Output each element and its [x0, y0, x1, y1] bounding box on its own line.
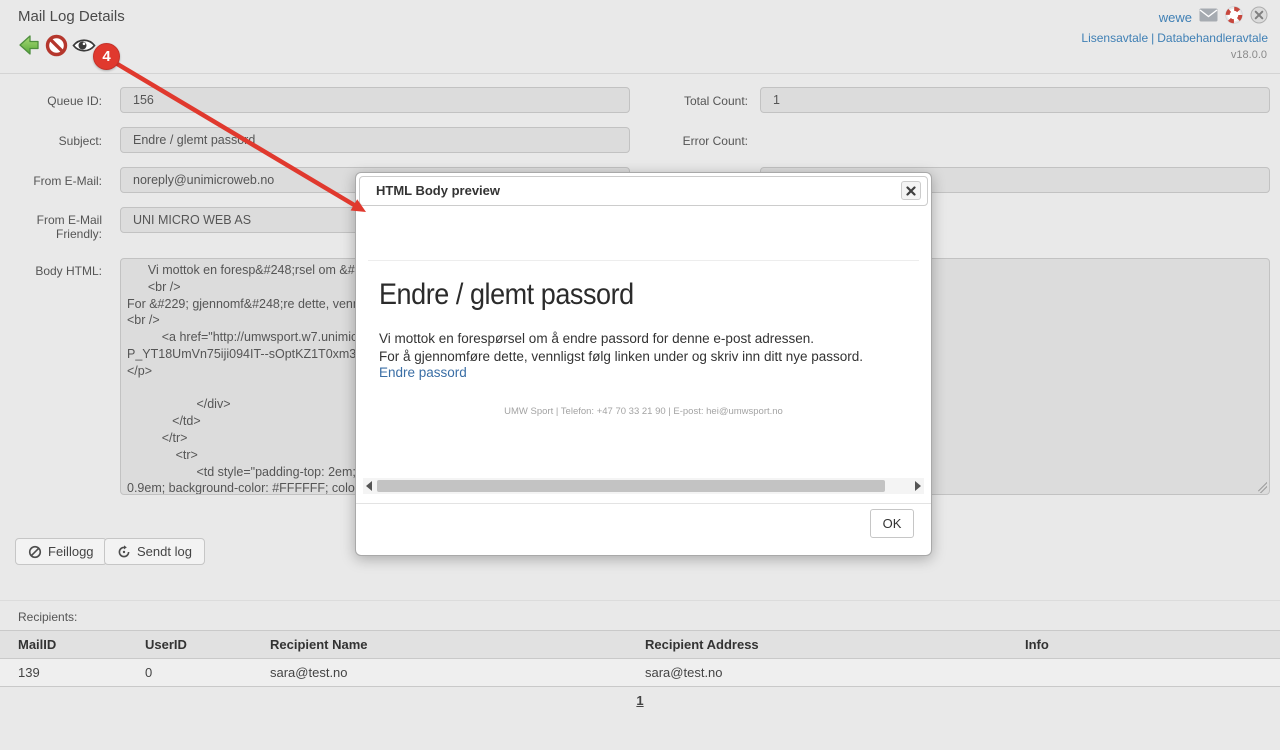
email-footer: UMW Sport | Telefon: +47 70 33 21 90 | E… [356, 406, 931, 417]
email-body: Vi mottok en forespørsel om å endre pass… [379, 330, 863, 365]
ok-button[interactable]: OK [870, 509, 914, 538]
section-divider [0, 600, 1280, 601]
sendt-log-button[interactable]: Sendt log [104, 538, 205, 565]
queue-id-label: Queue ID: [0, 94, 102, 108]
legal-links: Lisensavtale|Databehandleravtale [1081, 31, 1268, 45]
queue-id-input[interactable] [120, 87, 630, 113]
pagination: 1 [0, 692, 1280, 710]
close-icon [906, 186, 916, 196]
col-mailid: MailID [0, 631, 127, 659]
block-button[interactable] [45, 34, 68, 62]
total-count-label: Total Count: [640, 94, 748, 108]
from-email-friendly-label-line1: From E-Mail [37, 213, 102, 227]
html-body-preview-modal: HTML Body preview Endre / glemt passord … [355, 172, 932, 556]
user-link[interactable]: wewe [1159, 10, 1192, 25]
lisensavtale-link[interactable]: Lisensavtale [1081, 31, 1148, 45]
from-email-friendly-label: From E-MailFriendly: [0, 213, 102, 241]
cell-recipient-name: sara@test.no [252, 659, 627, 687]
mail-log-details-page: Mail Log Details wewe [0, 0, 1280, 750]
from-email-label: From E-Mail: [0, 174, 102, 188]
modal-footer-divider [356, 503, 931, 504]
email-header-divider [368, 260, 919, 261]
history-icon [117, 545, 131, 559]
eye-icon [72, 36, 96, 55]
body-html-label: Body HTML: [0, 264, 102, 278]
link-separator: | [1148, 31, 1157, 45]
col-recipient-name: Recipient Name [252, 631, 627, 659]
total-count-input[interactable] [760, 87, 1270, 113]
email-body-line1: Vi mottok en forespørsel om å endre pass… [379, 330, 863, 348]
recipients-header-row: MailID UserID Recipient Name Recipient A… [0, 631, 1280, 659]
scroll-left-arrow-icon[interactable] [366, 481, 372, 491]
modal-title: HTML Body preview [376, 177, 500, 205]
email-heading: Endre / glemt passord [379, 278, 634, 312]
cell-mailid: 139 [0, 659, 127, 687]
error-log-icon [28, 545, 42, 559]
cell-userid: 0 [127, 659, 252, 687]
mail-icon[interactable] [1199, 8, 1218, 27]
modal-titlebar[interactable]: HTML Body preview [359, 176, 928, 206]
page-title: Mail Log Details [18, 8, 125, 25]
col-userid: UserID [127, 631, 252, 659]
feillogg-label: Feillogg [48, 544, 94, 559]
version-label: v18.0.0 [1231, 49, 1267, 61]
email-endre-passord-link[interactable]: Endre passord [379, 365, 467, 380]
subject-label: Subject: [0, 134, 102, 148]
modal-close-button[interactable] [901, 181, 921, 200]
scrollbar-thumb[interactable] [377, 480, 885, 492]
email-body-line2: For å gjennomføre dette, vennligst følg … [379, 348, 863, 366]
help-lifering-icon[interactable] [1225, 6, 1243, 29]
recipients-table: MailID UserID Recipient Name Recipient A… [0, 630, 1280, 687]
scroll-right-arrow-icon[interactable] [915, 481, 921, 491]
col-recipient-address: Recipient Address [627, 631, 1007, 659]
sendt-log-label: Sendt log [137, 544, 192, 559]
horizontal-scrollbar[interactable] [363, 478, 924, 494]
user-bar: wewe [1159, 6, 1268, 29]
resize-handle-icon[interactable] [1256, 482, 1267, 493]
back-arrow-icon [18, 34, 40, 56]
recipients-section-label: Recipients: [18, 610, 77, 624]
col-info: Info [1007, 631, 1280, 659]
back-button[interactable] [18, 34, 40, 61]
from-email-friendly-label-line2: Friendly: [56, 227, 102, 241]
cell-recipient-address: sara@test.no [627, 659, 1007, 687]
feillogg-button[interactable]: Feillogg [15, 538, 107, 565]
databehandleravtale-link[interactable]: Databehandleravtale [1157, 31, 1268, 45]
error-count-label: Error Count: [640, 134, 748, 148]
close-session-icon[interactable] [1250, 6, 1268, 29]
page-1-link[interactable]: 1 [636, 693, 643, 708]
table-row[interactable]: 139 0 sara@test.no sara@test.no [0, 659, 1280, 687]
cell-info [1007, 659, 1280, 687]
subject-input[interactable] [120, 127, 630, 153]
no-entry-icon [45, 34, 68, 57]
step-badge: 4 [93, 43, 120, 70]
header-divider [0, 73, 1280, 74]
